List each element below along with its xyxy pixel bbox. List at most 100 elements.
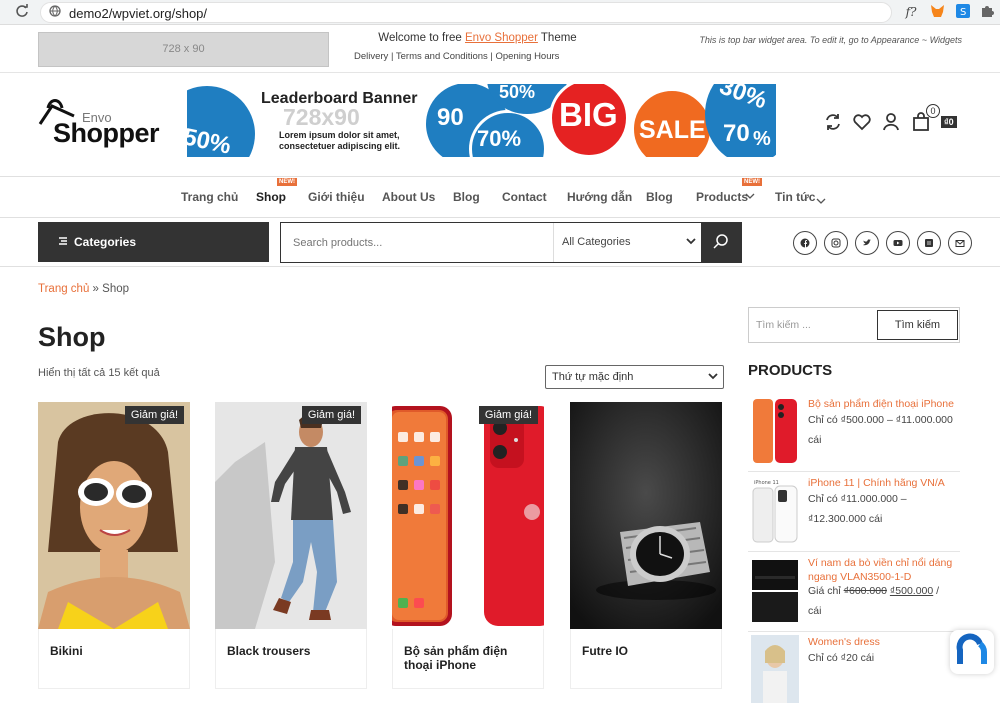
welcome-pre: Welcome to free [378, 32, 466, 44]
sidebar-product-title[interactable]: Women's dress [808, 635, 963, 649]
product-name[interactable]: Bikini [50, 644, 185, 658]
browser-toolbar: demo2/wpviet.org/shop/ f? S [0, 0, 1000, 25]
cart-total[interactable]: ₫0 [941, 116, 957, 128]
breadcrumb-home-link[interactable]: Trang chủ [38, 283, 89, 295]
account-user-icon[interactable] [880, 112, 902, 134]
nav-item-shop[interactable]: Shop [256, 190, 286, 204]
product-image[interactable]: Giảm giá! [215, 402, 367, 629]
sidebar-product-thumbnail[interactable] [751, 556, 799, 624]
instagram-icon[interactable] [824, 231, 848, 255]
nav-item-gioi-thieu[interactable]: Giới thiệu [308, 190, 365, 204]
product-search-form: All Categories [280, 222, 742, 263]
category-select[interactable]: All Categories [553, 223, 701, 262]
nav-item-blog-2[interactable]: Blog [646, 190, 673, 204]
price-suffix: / [933, 585, 940, 597]
chevron-down-icon [708, 366, 718, 388]
sidebar-product-item[interactable]: Ví nam da bò viền chỉ nổi dáng ngang VLA… [748, 556, 960, 632]
sidebar-product-title[interactable]: Ví nam da bò viền chỉ nổi dáng ngang VLA… [808, 556, 963, 584]
theme-link[interactable]: Envo Shopper [465, 32, 538, 44]
search-input[interactable] [281, 223, 553, 262]
product-name[interactable]: Futre IO [582, 644, 717, 658]
product-card[interactable]: Giảm giá! Black trousers [215, 402, 367, 689]
banner-sale-text: SALE [639, 116, 706, 144]
top-ad-banner[interactable]: 728 x 90 [38, 32, 329, 67]
new-badge: NEW! [277, 178, 297, 186]
breadcrumb-current: Shop [102, 283, 130, 295]
price-old: ₫600.000 [843, 585, 887, 597]
search-button[interactable] [701, 223, 741, 262]
wishlist-heart-icon[interactable] [851, 112, 873, 134]
font-extension-icon[interactable]: f? [903, 4, 919, 20]
sidebar-product-price-unit: cái [808, 434, 822, 446]
reload-icon[interactable] [14, 4, 30, 20]
email-icon[interactable] [948, 231, 972, 255]
extensions-puzzle-icon[interactable] [979, 4, 995, 20]
orderby-select[interactable]: Thứ tự mặc định [545, 365, 724, 389]
nav-item-trang-chu[interactable]: Trang chủ [181, 190, 238, 204]
breadcrumb: Trang chủ » Shop [38, 283, 129, 295]
skype-extension-icon[interactable]: S [955, 4, 971, 20]
categories-button[interactable]: Categories [38, 222, 269, 262]
product-image[interactable]: Giảm giá! [38, 402, 190, 629]
product-name[interactable]: Bộ sản phẩm điện thoại iPhone [404, 644, 539, 672]
banner-pct-6: 70 [723, 120, 750, 147]
search-icon [713, 234, 728, 249]
logo-text-shopper: Shopper [53, 118, 160, 148]
facebook-icon[interactable] [793, 231, 817, 255]
sidebar-product-title[interactable]: Bộ sản phẩm điện thoại iPhone [808, 397, 963, 411]
breadcrumb-separator: » [89, 283, 103, 295]
leaderboard-banner[interactable]: 50% Leaderboard Banner 728x90 Lorem ipsu… [187, 84, 776, 157]
chevron-down-icon [686, 223, 696, 262]
banner-pct-4: 50% [499, 84, 536, 102]
floating-brand-icon[interactable] [950, 630, 994, 674]
nav-item-about-us[interactable]: About Us [382, 190, 435, 204]
sidebar-product-item[interactable]: Bộ sản phẩm điện thoại iPhone Chỉ có ₫50… [748, 397, 960, 472]
orderby-value: Thứ tự mặc định [552, 371, 634, 383]
sale-badge: Giảm giá! [301, 406, 361, 424]
product-name[interactable]: Black trousers [227, 644, 362, 658]
sidebar-product-item[interactable]: iPhone 11 iPhone 11 | Chính hãng VN/A Ch… [748, 476, 960, 552]
product-image[interactable]: Giảm giá! [392, 402, 544, 629]
product-card[interactable]: Giảm giá! Bộ sản phẩm điện thoại iPhone [392, 402, 544, 689]
banner-pct-7: % [753, 128, 771, 150]
search-row: Categories All Categories [0, 219, 1000, 267]
nav-item-products[interactable]: Products [696, 190, 748, 204]
main-navigation: Trang chủ Shop NEW! Giới thiệu About Us … [0, 178, 1000, 218]
nav-item-huong-dan[interactable]: Hướng dẫn [567, 190, 632, 204]
address-bar[interactable]: demo2/wpviet.org/shop/ [40, 2, 892, 23]
welcome-post: Theme [537, 32, 577, 44]
metamask-extension-icon[interactable] [929, 4, 945, 20]
price-new: ₫500.000 [889, 585, 934, 597]
product-image[interactable] [570, 402, 722, 629]
compare-icon[interactable] [822, 112, 844, 134]
twitter-icon[interactable] [855, 231, 879, 255]
nav-item-blog[interactable]: Blog [453, 190, 480, 204]
product-card[interactable]: Giảm giá! Bikini [38, 402, 190, 689]
sidebar-product-thumbnail[interactable] [751, 635, 799, 703]
sidebar-search-input[interactable]: Tìm kiếm ... [756, 319, 811, 331]
page-title: Shop [38, 322, 106, 352]
sidebar-product-thumbnail[interactable] [751, 397, 799, 465]
site-logo[interactable]: Envo Shopper [38, 94, 178, 154]
youtube-icon[interactable] [886, 231, 910, 255]
top-links[interactable]: Delivery | Terms and Conditions | Openin… [354, 51, 559, 62]
product-card[interactable]: Futre IO [570, 402, 722, 689]
sidebar-product-price-unit: ₫12.300.000 cái [808, 513, 883, 525]
svg-text:iPhone 11: iPhone 11 [754, 480, 779, 486]
sidebar-search-button[interactable]: Tìm kiếm [877, 310, 958, 340]
chevron-down-icon[interactable] [745, 192, 755, 202]
sidebar-product-item[interactable]: Women's dress Chỉ có ₫20 cái [748, 635, 963, 703]
ad-size-label: 728 x 90 [162, 43, 205, 55]
chevron-down-icon[interactable] [816, 192, 826, 210]
sidebar-product-title[interactable]: iPhone 11 | Chính hãng VN/A [808, 476, 963, 490]
sidebar-product-thumbnail[interactable]: iPhone 11 [751, 476, 799, 544]
site-info-icon[interactable] [47, 5, 63, 21]
top-bar: 728 x 90 Welcome to free Envo Shopper Th… [0, 26, 1000, 73]
sidebar-product-price: Giá chỉ ₫600.000 ₫500.000 / [808, 583, 963, 599]
product-card-footer [215, 629, 367, 689]
skype-icon[interactable] [917, 231, 941, 255]
site-header: Envo Shopper 50% Leaderboard Banner 728x… [0, 74, 1000, 177]
banner-size: 728x90 [283, 104, 360, 130]
nav-item-contact[interactable]: Contact [502, 190, 547, 204]
nav-item-tin-tuc[interactable]: Tin tức [775, 190, 815, 204]
